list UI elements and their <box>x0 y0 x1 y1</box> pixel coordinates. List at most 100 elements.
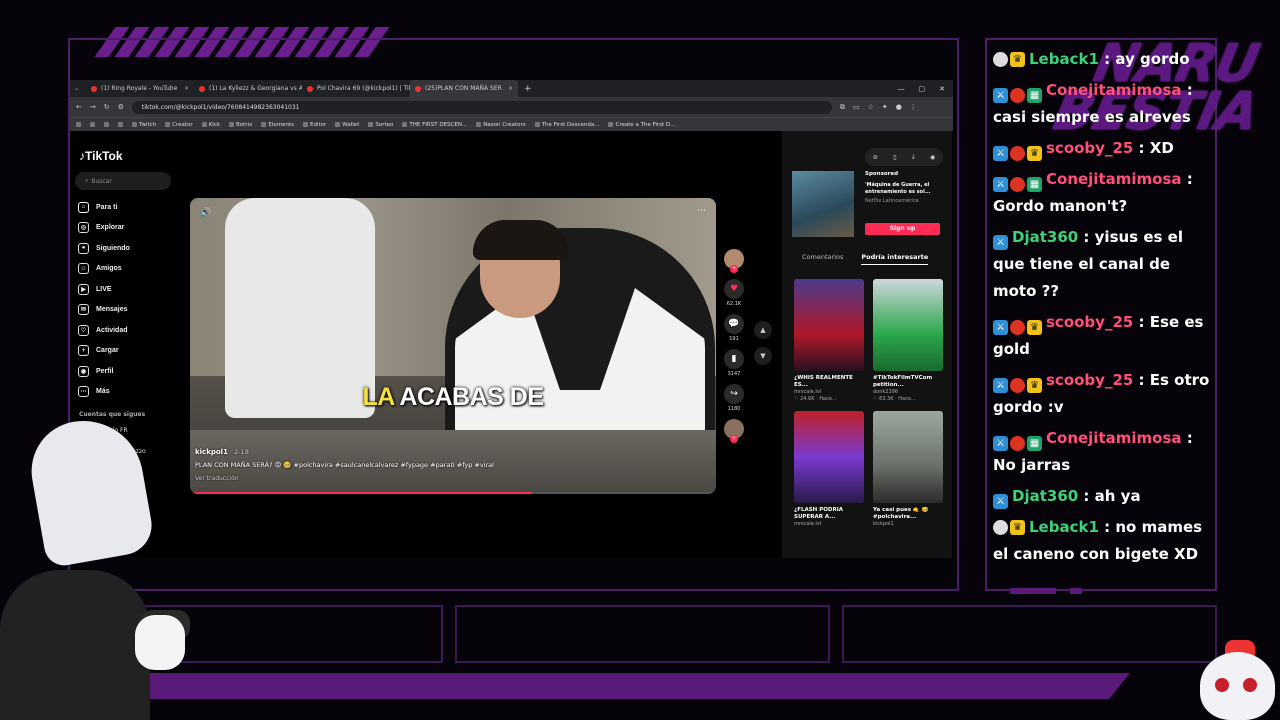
bookmark-item[interactable]: Wallet <box>335 122 359 128</box>
card-title[interactable]: #TikTokFilmTVCom petition... <box>873 375 943 389</box>
sidebar-item-parati[interactable]: ⌂ Para ti <box>78 197 130 218</box>
music-disc-icon[interactable] <box>724 419 744 443</box>
cast-icon[interactable]: ▭ <box>853 103 860 111</box>
browser-tab[interactable]: (25)PLAN CON MAÑA SER × <box>410 80 518 97</box>
author-avatar[interactable] <box>724 249 744 273</box>
browser-tab[interactable]: (1) La Kyliezz & Georgiana vs A× <box>194 80 302 97</box>
video-progress-bar[interactable] <box>190 492 716 494</box>
card-author[interactable]: kickpol1 <box>873 521 943 528</box>
bookmark-item[interactable]: THE FIRST DESCEN... <box>402 122 467 128</box>
card-title[interactable]: ¿WHIS REALMENTE ES... <box>794 375 864 389</box>
chat-username[interactable]: scooby_25 <box>1046 313 1133 331</box>
chat-username[interactable]: Leback1 <box>1029 50 1099 68</box>
mascot-eye-right <box>1243 678 1257 692</box>
bookmark-item[interactable]: Elements <box>261 122 294 128</box>
video-player[interactable]: LA ACABAS DE 🔊 ⋯ kickpol1 · 2-18 PLAN CO… <box>190 198 716 494</box>
bookmark-icon[interactable]: ▮ <box>724 349 744 369</box>
compass-small-icon[interactable]: ⊘ <box>873 154 878 161</box>
reload-icon[interactable]: ↻ <box>104 103 110 111</box>
window-close-icon[interactable]: ✕ <box>939 85 945 93</box>
url-field[interactable]: tiktok.com/@kickpol1/video/7608414982363… <box>131 100 832 114</box>
site-settings-icon[interactable]: ⚙ <box>118 103 124 111</box>
bookmark-favicon-icon[interactable] <box>118 122 123 127</box>
suggested-video-card[interactable]: #TikTokFilmTVCom petition... donk2396 ♡ 63… <box>873 279 943 403</box>
minimize-icon[interactable]: — <box>898 85 905 93</box>
sidebar-item-ms[interactable]: ⋯ Más <box>78 382 130 403</box>
tiktok-logo[interactable]: ♪TikTok <box>79 149 123 163</box>
bookmark-item[interactable]: Sorteo <box>368 122 393 128</box>
chat-username[interactable]: Conejitamimosa <box>1046 170 1182 188</box>
device-icon[interactable]: ▯ <box>893 154 896 161</box>
translate-icon[interactable]: ⧉ <box>840 103 845 112</box>
extensions-icon[interactable]: ✦ <box>882 103 888 111</box>
profile-icon[interactable]: ● <box>896 103 902 111</box>
tab-search-icon[interactable]: ⌄ <box>74 85 86 92</box>
sidebar-item-explorar[interactable]: ◎ Explorar <box>78 218 130 239</box>
suggested-video-card[interactable]: ¿FLASH PODRIA SUPERAR A... mrscale.lvl <box>794 411 864 528</box>
chat-username[interactable]: scooby_25 <box>1046 371 1133 389</box>
browser-tab[interactable]: Pol Chavira 69 (@kickpol1) | Tik× <box>302 80 410 97</box>
chevron-up-icon[interactable]: ▲ <box>754 321 772 339</box>
card-author[interactable]: mrscale.lvl <box>794 521 864 528</box>
bookmark-item[interactable]: Twitch <box>132 122 156 128</box>
bookmark-item[interactable]: Botrix <box>229 122 252 128</box>
bookmark-favicon-icon[interactable] <box>104 122 109 127</box>
sidebar-item-live[interactable]: ▶ LIVE <box>78 279 130 300</box>
ad-thumbnail[interactable] <box>792 171 854 237</box>
more-options-icon[interactable]: ⋯ <box>697 206 706 216</box>
card-title[interactable]: ¿FLASH PODRIA SUPERAR A... <box>794 507 864 521</box>
browser-tab[interactable]: (1) Ring Royale - YouTube × <box>86 80 194 97</box>
card-author[interactable]: mrscale.lvl <box>794 389 864 396</box>
card-thumbnail[interactable] <box>873 279 943 371</box>
user-avatar-icon[interactable]: ◉ <box>930 154 935 161</box>
bookmark-star-icon[interactable]: ☆ <box>868 103 874 111</box>
chat-username[interactable]: scooby_25 <box>1046 139 1133 157</box>
share-icon[interactable]: ↪ <box>724 384 744 404</box>
chat-username[interactable]: Conejitamimosa <box>1046 429 1182 447</box>
suggested-video-card[interactable]: ¿WHIS REALMENTE ES... mrscale.lvl ♡ 24.6K … <box>794 279 864 403</box>
suggested-video-card[interactable]: Ya casi pues 🤙 🥺 #polchavira... kickpol1 <box>873 411 943 528</box>
card-author[interactable]: donk2396 <box>873 389 943 396</box>
translate-link[interactable]: Ver traducción <box>195 475 494 482</box>
sidebar-item-cargar[interactable]: + Cargar <box>78 341 130 362</box>
search-input[interactable]: ⌕ Buscar <box>75 172 171 190</box>
menu-icon[interactable]: ⋮ <box>910 103 917 111</box>
forward-icon[interactable]: → <box>90 103 96 111</box>
ad-sign-up-button[interactable]: Sign up <box>865 223 940 235</box>
bookmark-favicon-icon[interactable] <box>76 122 81 127</box>
tab-comments[interactable]: Comentarios <box>802 253 843 265</box>
sidebar-item-siguiendo[interactable]: ● Siguiendo <box>78 238 130 259</box>
bookmark-item[interactable]: Create a The First D... <box>608 122 675 128</box>
comment-icon[interactable]: 💬 <box>724 314 744 334</box>
chat-badges: ⚔ <box>993 235 1008 250</box>
chat-username[interactable]: Conejitamimosa <box>1046 81 1182 99</box>
maximize-icon[interactable]: ▢ <box>919 85 926 93</box>
bookmark-item[interactable]: Creator <box>165 122 193 128</box>
new-tab-button[interactable]: + <box>524 84 532 94</box>
back-icon[interactable]: ← <box>76 103 82 111</box>
chat-username[interactable]: Djat360 <box>1012 228 1078 246</box>
card-thumbnail[interactable] <box>794 279 864 371</box>
volume-icon[interactable]: 🔊 <box>200 208 211 218</box>
chat-username[interactable]: Djat360 <box>1012 487 1078 505</box>
bookmark-item[interactable]: Editor <box>303 122 326 128</box>
bookmark-item[interactable]: Nexon Creators <box>476 122 526 128</box>
close-icon[interactable]: × <box>508 85 513 92</box>
like-icon[interactable]: ♥ <box>724 279 744 299</box>
bookmark-item[interactable]: The First Descenda... <box>534 122 599 128</box>
download-icon[interactable]: ⤓ <box>912 153 915 161</box>
bookmark-item[interactable]: Kick <box>201 122 220 128</box>
sidebar-item-actividad[interactable]: ♡ Actividad <box>78 320 130 341</box>
card-thumbnail[interactable] <box>794 411 864 503</box>
chevron-down-icon[interactable]: ▼ <box>754 347 772 365</box>
bookmark-favicon-icon[interactable] <box>90 122 95 127</box>
sponsored-ad[interactable]: Sponsored 'Máquina de Guerra, el entrena… <box>792 171 944 241</box>
card-thumbnail[interactable] <box>873 411 943 503</box>
chat-username[interactable]: Leback1 <box>1029 518 1099 536</box>
card-title[interactable]: Ya casi pues 🤙 🥺 #polchavira... <box>873 507 943 521</box>
sidebar-item-mensajes[interactable]: ✉ Mensajes <box>78 300 130 321</box>
sidebar-item-perfil[interactable]: ◉ Perfil <box>78 361 130 382</box>
tab-interest[interactable]: Podría interesarte <box>861 253 929 265</box>
sidebar-item-amigos[interactable]: ☺ Amigos <box>78 259 130 280</box>
close-icon[interactable]: × <box>184 85 189 92</box>
